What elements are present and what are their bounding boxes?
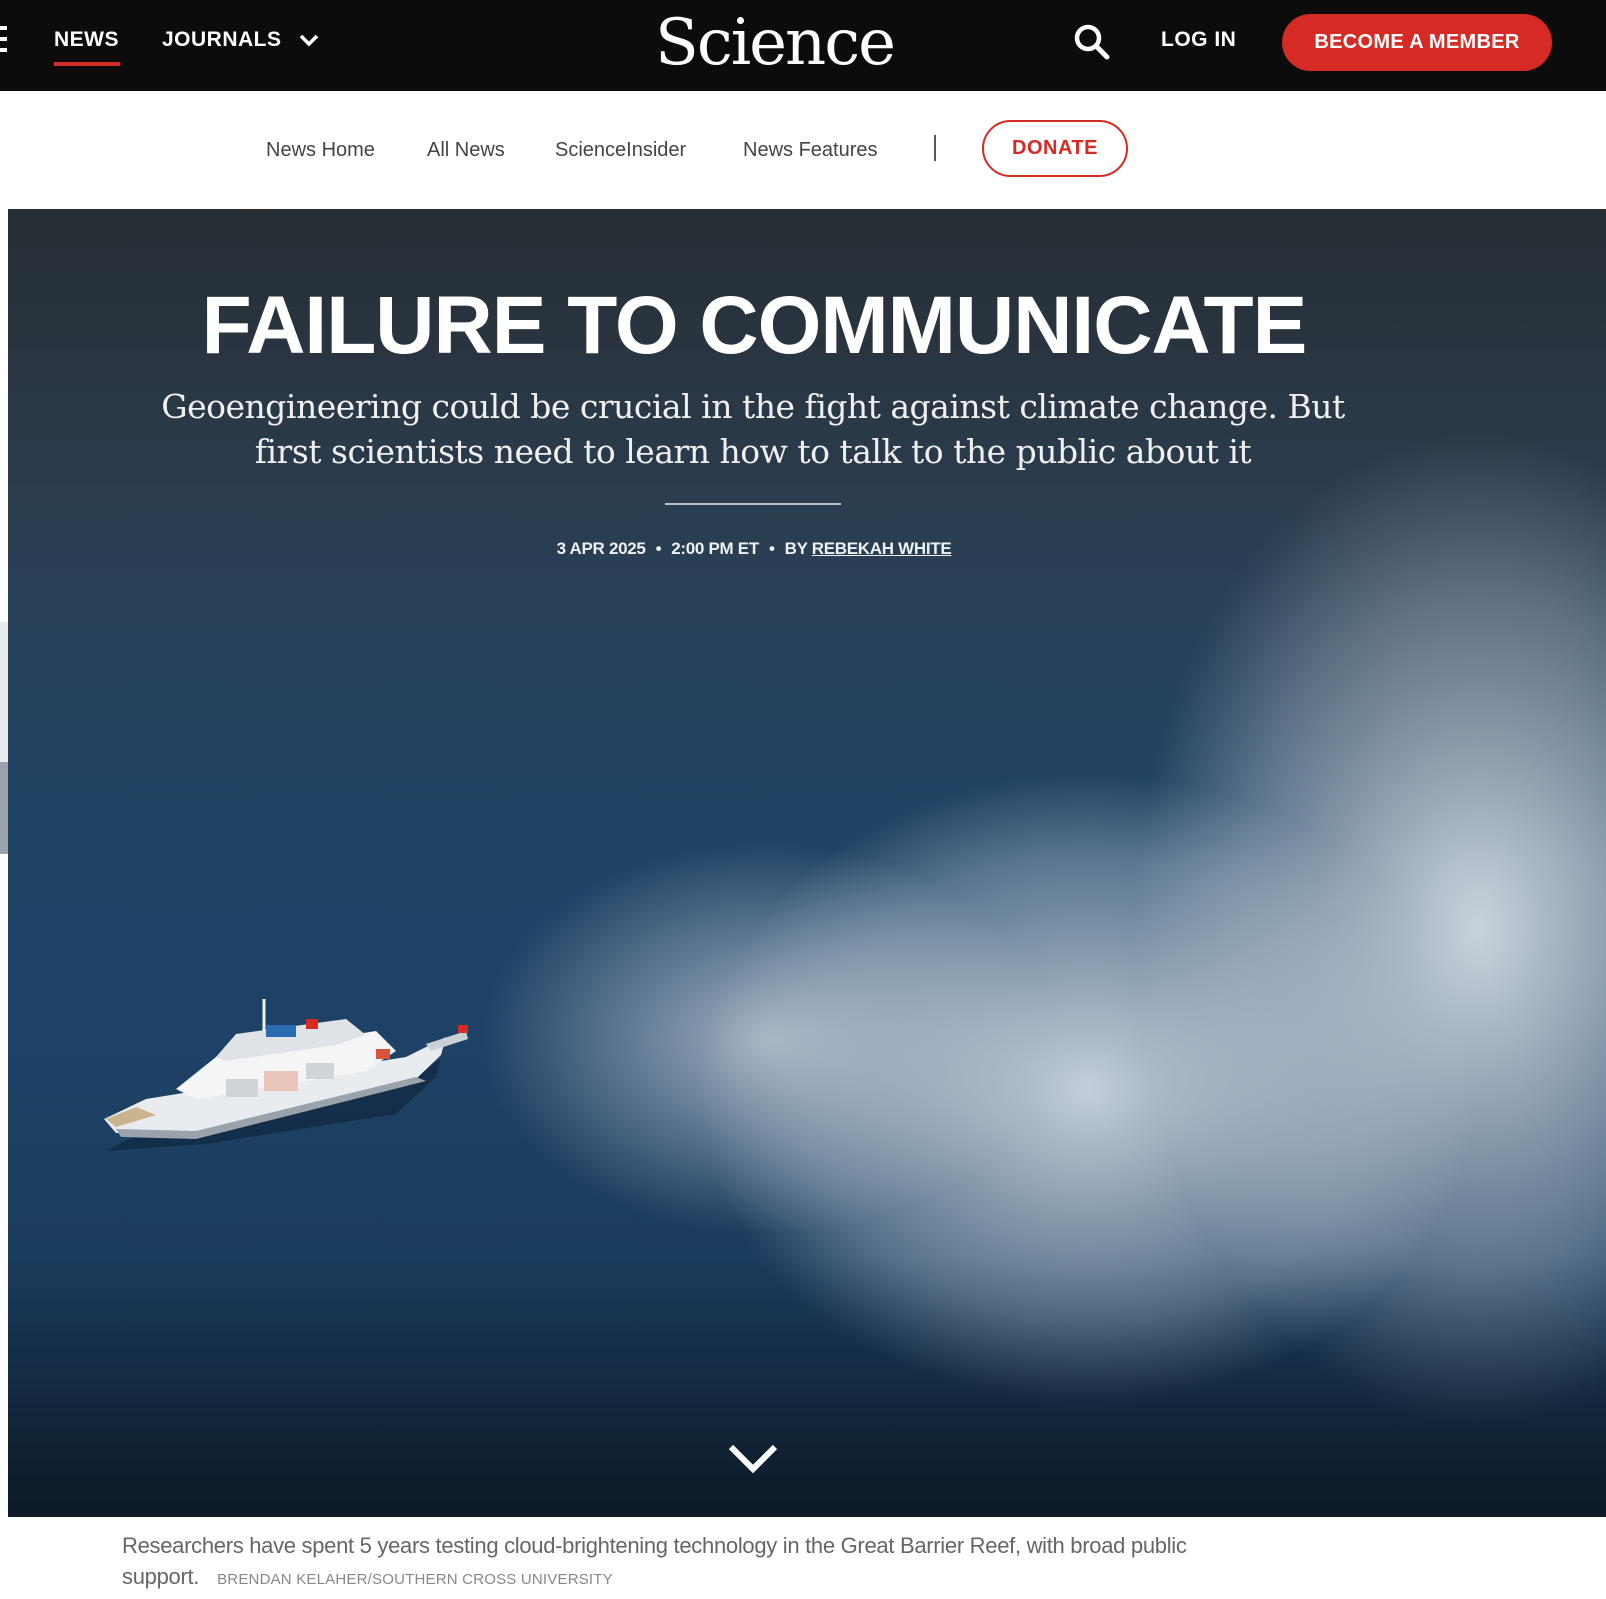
article-byline: 3 APR 2025 • 2:00 PM ET • BY REBEKAH WHITE [8,539,1500,559]
subnav-all-news[interactable]: All News [427,139,505,162]
nav-journals-dropdown[interactable]: JOURNALS [162,28,320,52]
article-dek: Geoengineering could be crucial in the f… [161,387,1345,471]
top-navigation-bar: NEWS JOURNALS Science LOG IN BECOME A ME… [0,0,1606,91]
science-logo[interactable]: Science [655,6,896,80]
subnav-news-home[interactable]: News Home [266,139,375,162]
subnav-scienceinsider[interactable]: ScienceInsider [555,139,686,162]
section-subnav: News Home All News ScienceInsider News F… [0,91,1606,209]
hero-image: FAILURE TO COMMUNICATE Geoengineering co… [8,209,1606,1517]
page-edge-strip [0,762,8,854]
byline-separator: • [655,539,662,558]
chevron-down-icon[interactable] [723,1439,783,1479]
page-edge-strip [0,622,8,762]
donate-button[interactable]: DONATE [982,120,1128,177]
search-icon[interactable] [1072,22,1112,62]
article-time: 2:00 PM ET [671,539,759,558]
become-member-button[interactable]: BECOME A MEMBER [1282,14,1552,71]
article-date: 3 APR 2025 [556,539,646,558]
nav-journals-label: JOURNALS [162,28,282,51]
chevron-down-icon [299,34,318,47]
image-credit: BRENDAN KELAHER/SOUTHERN CROSS UNIVERSIT… [217,1571,613,1588]
subnav-news-features[interactable]: News Features [743,139,878,162]
active-nav-indicator [54,62,120,66]
nav-news-link[interactable]: NEWS [54,28,119,52]
menu-icon[interactable] [0,26,7,52]
byline-prefix: BY [784,539,808,558]
image-caption: Researchers have spent 5 years testing c… [122,1530,1362,1595]
login-link[interactable]: LOG IN [1161,28,1236,52]
research-ship-illustration [104,999,468,1151]
author-link[interactable]: REBEKAH WHITE [812,539,952,558]
subnav-divider [934,135,936,161]
article-headline: FAILURE TO COMMUNICATE [201,280,1308,371]
headline-divider [665,503,841,505]
byline-separator: • [768,539,775,558]
